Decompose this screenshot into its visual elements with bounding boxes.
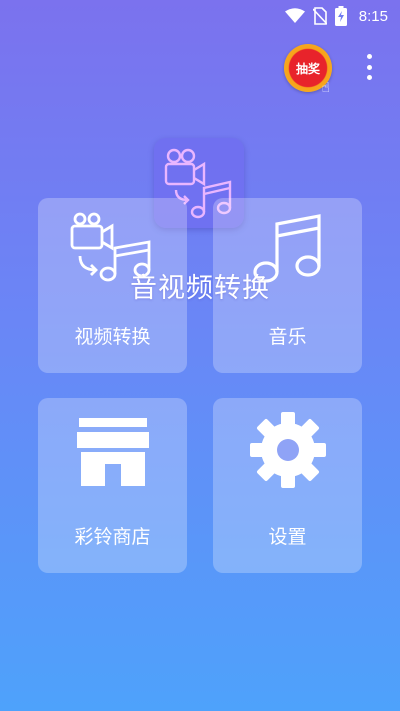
- wifi-icon: [284, 8, 305, 23]
- store-icon: [76, 418, 149, 486]
- lottery-button[interactable]: 抽奖 ☝: [284, 44, 332, 96]
- more-dot-icon: [366, 54, 372, 59]
- no-sim-icon: [312, 7, 327, 25]
- status-bar: 8:15: [0, 0, 400, 32]
- tile-label: 视频转换: [74, 326, 151, 348]
- clock-time: 8:15: [358, 7, 388, 25]
- more-options-button[interactable]: [360, 52, 378, 82]
- tile-label: 音乐: [268, 326, 307, 348]
- tile-label: 设置: [268, 526, 307, 548]
- tile-icon-wrap: [38, 412, 187, 488]
- more-dot-icon: [366, 75, 372, 80]
- gear-icon: [249, 412, 326, 488]
- lottery-label: 抽奖: [295, 61, 320, 76]
- battery-charging-icon: [334, 6, 347, 26]
- more-dot-icon: [366, 64, 372, 70]
- tile-settings[interactable]: 设置: [213, 398, 362, 573]
- app-title: 音视频转换: [130, 273, 270, 304]
- status-icons: 8:15: [284, 6, 388, 26]
- tile-ringtone-store[interactable]: 彩铃商店: [38, 398, 187, 573]
- tile-label: 彩铃商店: [74, 526, 151, 548]
- pointer-hand-icon: ☝: [321, 80, 330, 96]
- tile-icon-wrap: [213, 412, 362, 488]
